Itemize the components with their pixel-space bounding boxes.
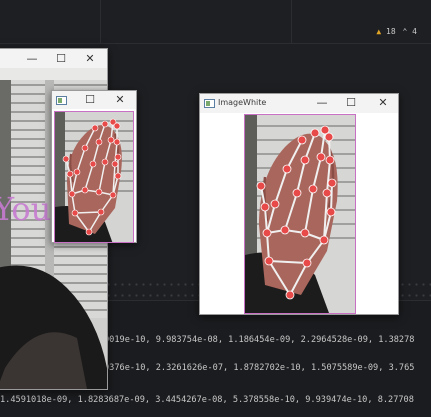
warning-count: 18 [386, 27, 396, 36]
console-line: 0019e-10, 9.983754e-08, 1.186454e-09, 2.… [104, 335, 415, 345]
maximize-icon[interactable]: ☐ [83, 94, 97, 106]
hand-landmarks [62, 118, 122, 236]
maximize-icon[interactable]: ☐ [54, 53, 68, 65]
editor-gutter-line [100, 0, 101, 44]
window-app-icon [204, 99, 215, 108]
chevron-icon: ⌃ [402, 27, 408, 36]
secondary-count: 4 [412, 27, 417, 36]
overlay-text: You [0, 190, 52, 228]
editor-split-line [291, 0, 292, 44]
imagewhite-window[interactable]: ImageWhite — ☐ ✕ [199, 93, 399, 315]
hand-landmarks [256, 125, 337, 300]
warning-icon: ▲ [376, 27, 382, 36]
window-app-icon [56, 96, 67, 105]
close-icon[interactable]: ✕ [113, 94, 127, 106]
camera-window-titlebar[interactable]: — ☐ ✕ [0, 49, 107, 68]
console-line: 1.4591018e-09, 1.8283687e-09, 3.4454267e… [0, 395, 414, 405]
console-line: 0376e-10, 2.3261626e-07, 1.8782702e-10, … [104, 363, 415, 373]
hand-small-window[interactable]: ☐ ✕ [51, 90, 137, 243]
hand-small-image [54, 111, 134, 243]
minimize-icon[interactable]: — [315, 97, 329, 109]
imagewhite-title: ImageWhite [218, 98, 267, 107]
imagewhite-titlebar[interactable]: ImageWhite — ☐ ✕ [200, 94, 398, 113]
ide-top-area: ▲ 18 ⌃ 4 [0, 0, 431, 44]
minimize-icon[interactable]: — [25, 53, 39, 65]
maximize-icon[interactable]: ☐ [344, 97, 358, 109]
hand-small-titlebar[interactable]: ☐ ✕ [52, 91, 136, 109]
inspection-widget[interactable]: ▲ 18 ⌃ 4 [376, 27, 417, 36]
close-icon[interactable]: ✕ [376, 97, 390, 109]
close-icon[interactable]: ✕ [83, 53, 97, 65]
imagewhite-image [244, 114, 356, 314]
